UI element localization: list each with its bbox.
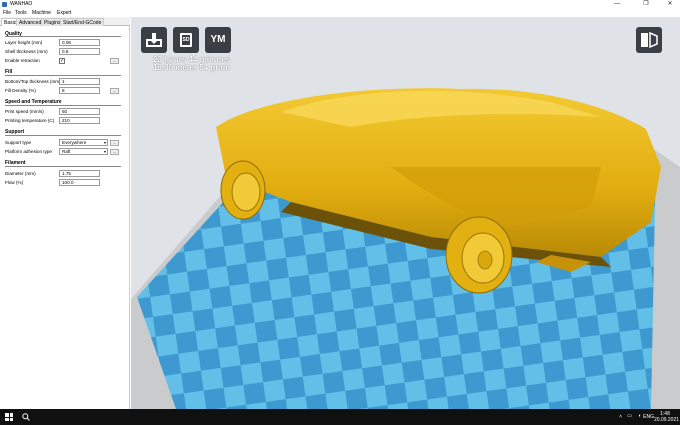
- section-divider: [5, 36, 121, 37]
- support-type-value: Everywhere: [62, 140, 87, 145]
- diameter-label: Diameter (mm): [5, 171, 36, 176]
- volume-icon[interactable]: ◖: [638, 413, 641, 419]
- shell-thickness-field[interactable]: 0.8: [59, 48, 100, 55]
- menu-tools[interactable]: Tools: [15, 9, 27, 17]
- save-to-sd-button[interactable]: SD: [173, 27, 199, 53]
- 3d-viewport[interactable]: SD YM 23 hours 44 minutes 18.30 meter 54…: [131, 17, 680, 409]
- layer-height-label: Layer height (mm): [5, 40, 43, 45]
- chevron-down-icon: ▾: [103, 149, 106, 154]
- close-button[interactable]: ✕: [660, 0, 680, 9]
- diameter-field[interactable]: 1.75: [59, 170, 100, 177]
- platform-adhesion-select[interactable]: Raft ▾: [59, 148, 108, 155]
- settings-tabs: Basic Advanced Plugins Start/End-GCode: [0, 17, 130, 26]
- menu-bar: File Tools Machine Expert: [0, 9, 680, 17]
- clock-date: 20.09.2021: [654, 417, 680, 423]
- flow-field[interactable]: 100.0: [59, 179, 100, 186]
- load-model-button[interactable]: [141, 27, 167, 53]
- print-speed-field[interactable]: 50: [59, 108, 100, 115]
- platform-adhesion-value: Raft: [62, 149, 71, 154]
- language-indicator[interactable]: ENG: [643, 414, 654, 420]
- tab-start-end-gcode[interactable]: Start/End-GCode: [60, 18, 105, 26]
- section-divider: [5, 166, 121, 167]
- chevron-up-icon[interactable]: ˄: [619, 414, 622, 420]
- minimize-button[interactable]: —: [607, 0, 627, 9]
- tab-advanced[interactable]: Advanced: [16, 18, 45, 26]
- menu-file[interactable]: File: [3, 9, 11, 17]
- view-mode-icon: [641, 31, 658, 49]
- sd-card-icon: SD: [180, 33, 192, 47]
- support-type-more-button[interactable]: ...: [110, 140, 119, 146]
- shell-thickness-label: Shell thickness (mm): [5, 49, 48, 54]
- print-estimate: 23 hours 44 minutes 18.30 meter 54 gram: [153, 56, 230, 72]
- app-icon: [2, 2, 7, 7]
- layer-height-field[interactable]: 0.06: [59, 39, 100, 46]
- youmagine-button[interactable]: YM: [205, 27, 231, 53]
- retraction-more-button[interactable]: ...: [110, 58, 119, 64]
- bottom-top-thickness-field[interactable]: 1: [59, 78, 100, 85]
- section-divider: [5, 75, 121, 76]
- menu-machine[interactable]: Machine: [32, 9, 51, 17]
- section-divider: [5, 135, 121, 136]
- maximize-button[interactable]: ❐: [636, 0, 656, 9]
- flow-label: Flow (%): [5, 180, 24, 185]
- fill-density-field[interactable]: 8: [59, 87, 100, 94]
- platform-adhesion-label: Platform adhesion type: [5, 149, 52, 154]
- support-type-label: Support type: [5, 140, 32, 145]
- support-type-select[interactable]: Everywhere ▾: [59, 139, 108, 146]
- windows-start-icon[interactable]: [5, 413, 13, 421]
- retraction-label: Enable retraction: [5, 58, 40, 63]
- print-bed-scene: [131, 17, 680, 409]
- taskbar: ˄ ▭ ◖ ENG 1:48 20.09.2021: [0, 409, 680, 425]
- printing-temperature-field[interactable]: 210: [59, 117, 100, 124]
- settings-panel: Quality Layer height (mm) 0.06 Shell thi…: [0, 26, 130, 409]
- title-bar: WANHAO — ❐ ✕: [0, 0, 680, 9]
- view-mode-button[interactable]: [636, 27, 662, 53]
- clock[interactable]: 1:48 20.09.2021: [654, 411, 680, 423]
- fill-density-more-button[interactable]: ...: [110, 88, 119, 94]
- printing-temperature-label: Printing temperature (C): [5, 118, 55, 123]
- search-icon[interactable]: [22, 413, 30, 421]
- chevron-down-icon: ▾: [103, 140, 106, 145]
- platform-adhesion-more-button[interactable]: ...: [110, 149, 119, 155]
- section-divider: [5, 105, 121, 106]
- retraction-checkbox[interactable]: ✓: [59, 58, 65, 64]
- fill-density-label: Fill Density (%): [5, 88, 36, 93]
- bottom-top-thickness-label: Bottom/Top thickness (mm): [5, 79, 61, 84]
- window-title: WANHAO: [10, 1, 33, 7]
- load-icon: [146, 33, 162, 47]
- print-speed-label: Print speed (mm/s): [5, 109, 44, 114]
- menu-expert[interactable]: Expert: [57, 9, 71, 17]
- filament-estimate: 18.30 meter 54 gram: [153, 63, 230, 72]
- network-icon[interactable]: ▭: [627, 413, 632, 419]
